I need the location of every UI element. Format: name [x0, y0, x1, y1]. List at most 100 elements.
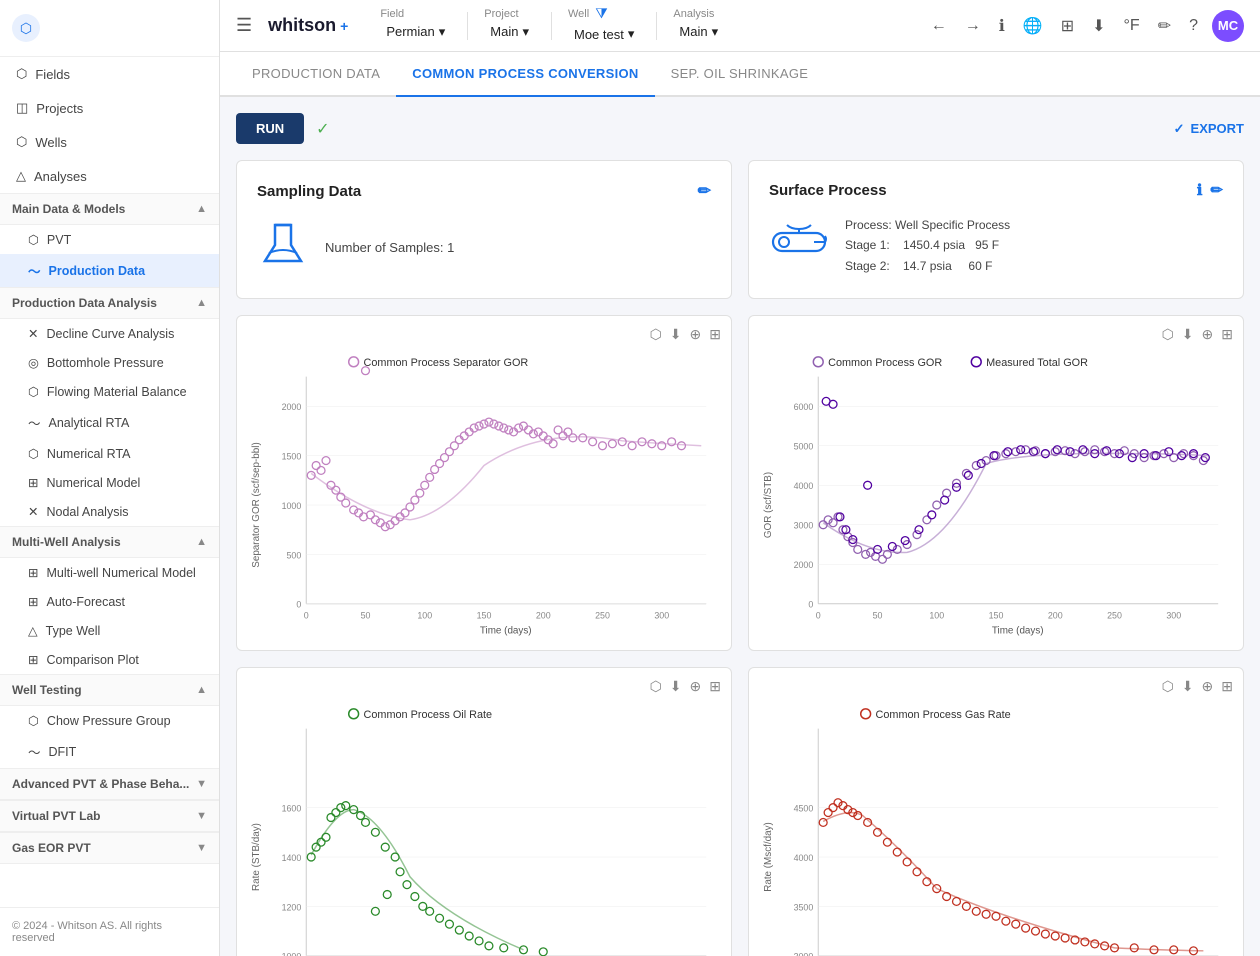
surface-edit-icon[interactable]: ✏ [1210, 181, 1223, 199]
svg-text:0: 0 [304, 611, 309, 621]
chart1-save-icon[interactable]: ⬡ [650, 326, 662, 343]
sidebar-item-comparison-plot[interactable]: ⊞ Comparison Plot [0, 645, 219, 674]
chart4-svg: Common Process Gas Rate Rate (Mscf/day) … [759, 699, 1233, 956]
well-selector[interactable]: Moe test ▾ [568, 22, 640, 46]
menu-button[interactable]: ☰ [236, 15, 252, 36]
download-button[interactable]: ⬇ [1088, 12, 1109, 40]
chart4-expand-icon[interactable]: ⊞ [1221, 678, 1233, 695]
field-selector[interactable]: Permian ▾ [380, 20, 451, 44]
pvt-icon: ⬡ [28, 232, 39, 247]
sampling-edit-icon[interactable]: ✏ [698, 181, 711, 201]
chart-gor: ⬡ ⬇ ⊕ ⊞ Common Process GOR Measured Tota… [748, 315, 1244, 651]
chart2-zoom-icon[interactable]: ⊕ [1202, 326, 1214, 343]
analysis-selector[interactable]: Main ▾ [673, 20, 724, 44]
well-selector-group: Well ⧩ Moe test ▾ [568, 5, 640, 46]
cards-row: Sampling Data ✏ Number of Samples: 1 Sur… [236, 160, 1244, 299]
section-well-testing[interactable]: Well Testing ▲ [0, 674, 219, 706]
svg-text:6000: 6000 [794, 402, 814, 412]
section-virtual-pvt-lab[interactable]: Virtual PVT Lab ▼ [0, 800, 219, 832]
sidebar-item-multi-well-numerical[interactable]: ⊞ Multi-well Numerical Model [0, 558, 219, 587]
projects-icon: ◫ [16, 100, 28, 116]
svg-text:0: 0 [816, 611, 821, 621]
sidebar-item-numerical-model[interactable]: ⊞ Numerical Model [0, 468, 219, 497]
section-gas-eor-pvt[interactable]: Gas EOR PVT ▼ [0, 832, 219, 864]
sidebar-item-decline-curve[interactable]: ✕ Decline Curve Analysis [0, 319, 219, 348]
section-main-data-models[interactable]: Main Data & Models ▲ [0, 193, 219, 225]
sidebar-item-pvt[interactable]: ⬡ PVT [0, 225, 219, 254]
chart1-zoom-icon[interactable]: ⊕ [690, 326, 702, 343]
export-button[interactable]: ✓ EXPORT [1174, 121, 1244, 137]
sidebar-item-auto-forecast[interactable]: ⊞ Auto-Forecast [0, 587, 219, 616]
svg-text:1400: 1400 [282, 853, 302, 863]
chevron-up-icon-3: ▲ [196, 536, 207, 548]
avatar[interactable]: MC [1212, 10, 1244, 42]
sidebar-item-dfit[interactable]: 〜 DFIT [0, 735, 219, 768]
sidebar-item-chow-pressure[interactable]: ⬡ Chow Pressure Group [0, 706, 219, 735]
dfit-icon: 〜 [28, 742, 41, 761]
temp-button[interactable]: °F [1120, 13, 1144, 39]
chart3-expand-icon[interactable]: ⊞ [709, 678, 721, 695]
edit-button[interactable]: ✏ [1154, 12, 1175, 40]
help-button[interactable]: ? [1185, 13, 1202, 39]
svg-text:2000: 2000 [794, 560, 814, 570]
brand: whitson+ [268, 15, 348, 36]
chow-pressure-icon: ⬡ [28, 713, 39, 728]
charts-grid: ⬡ ⬇ ⊕ ⊞ Common Process Separator GOR Sep… [236, 315, 1244, 956]
chart3-zoom-icon[interactable]: ⊕ [690, 678, 702, 695]
chart3-download-icon[interactable]: ⬇ [670, 678, 682, 695]
tab-sep-oil-shrinkage[interactable]: SEP. OIL SHRINKAGE [655, 52, 825, 97]
sidebar-item-numerical-rta[interactable]: ⬡ Numerical RTA [0, 439, 219, 468]
svg-text:Common Process GOR: Common Process GOR [828, 357, 942, 369]
chart3-save-icon[interactable]: ⬡ [650, 678, 662, 695]
chart4-zoom-icon[interactable]: ⊕ [1202, 678, 1214, 695]
chart2-download-icon[interactable]: ⬇ [1182, 326, 1194, 343]
chart4-download-icon[interactable]: ⬇ [1182, 678, 1194, 695]
svg-text:Time (days): Time (days) [992, 625, 1044, 636]
sidebar-item-analytical-rta[interactable]: 〜 Analytical RTA [0, 406, 219, 439]
svg-text:1200: 1200 [282, 903, 302, 913]
topbar-actions: ← → ℹ 🌐 ⊞ ⬇ °F ✏ ? MC [927, 10, 1244, 42]
back-button[interactable]: ← [927, 13, 951, 39]
surface-process-card: Surface Process ℹ ✏ [748, 160, 1244, 299]
svg-text:Time (days): Time (days) [480, 625, 532, 636]
content-area: RUN ✓ ✓ EXPORT Sampling Data ✏ [220, 97, 1260, 956]
section-production-data-analysis[interactable]: Production Data Analysis ▲ [0, 287, 219, 319]
run-button[interactable]: RUN [236, 113, 304, 144]
field-dropdown-icon: ▾ [439, 24, 446, 40]
chart4-container: Common Process Gas Rate Rate (Mscf/day) … [759, 699, 1233, 956]
surface-info-icon[interactable]: ℹ [1197, 181, 1203, 199]
chart1-expand-icon[interactable]: ⊞ [709, 326, 721, 343]
section-multi-well[interactable]: Multi-Well Analysis ▲ [0, 526, 219, 558]
table-button[interactable]: ⊞ [1057, 12, 1078, 40]
fields-icon: ⬡ [16, 66, 27, 82]
svg-text:150: 150 [989, 611, 1004, 621]
sampling-card-body: Number of Samples: 1 [257, 217, 711, 278]
toolbar: RUN ✓ ✓ EXPORT [236, 113, 1244, 144]
wells-icon: ⬡ [16, 134, 27, 150]
chart2-expand-icon[interactable]: ⊞ [1221, 326, 1233, 343]
sidebar-item-production-data[interactable]: 〜 Production Data [0, 254, 219, 287]
sidebar-item-flowing-material[interactable]: ⬡ Flowing Material Balance [0, 377, 219, 406]
project-selector[interactable]: Main ▾ [484, 20, 535, 44]
sidebar-footer: © 2024 - Whitson AS. All rights reserved [0, 907, 219, 956]
sidebar-item-nodal-analysis[interactable]: ✕ Nodal Analysis [0, 497, 219, 526]
svg-text:200: 200 [536, 611, 551, 621]
tab-production-data[interactable]: PRODUCTION DATA [236, 52, 396, 97]
sidebar-item-type-well[interactable]: △ Type Well [0, 616, 219, 645]
chart2-save-icon[interactable]: ⬡ [1162, 326, 1174, 343]
sidebar-item-bottomhole[interactable]: ◎ Bottomhole Pressure [0, 348, 219, 377]
tab-common-process[interactable]: COMMON PROCESS CONVERSION [396, 52, 654, 97]
section-advanced-pvt[interactable]: Advanced PVT & Phase Beha... ▼ [0, 768, 219, 800]
info-button[interactable]: ℹ [995, 12, 1009, 40]
sidebar-item-wells[interactable]: ⬡ Wells [0, 125, 219, 159]
forward-button[interactable]: → [961, 13, 985, 39]
chart1-download-icon[interactable]: ⬇ [670, 326, 682, 343]
sidebar-item-analyses[interactable]: △ Analyses [0, 159, 219, 193]
analyses-icon: △ [16, 168, 26, 184]
chart4-save-icon[interactable]: ⬡ [1162, 678, 1174, 695]
sidebar-item-projects[interactable]: ◫ Projects [0, 91, 219, 125]
sidebar-item-fields[interactable]: ⬡ Fields [0, 57, 219, 91]
svg-text:100: 100 [417, 611, 432, 621]
svg-text:Rate (STB/day): Rate (STB/day) [251, 823, 262, 891]
globe-button[interactable]: 🌐 [1019, 12, 1047, 40]
